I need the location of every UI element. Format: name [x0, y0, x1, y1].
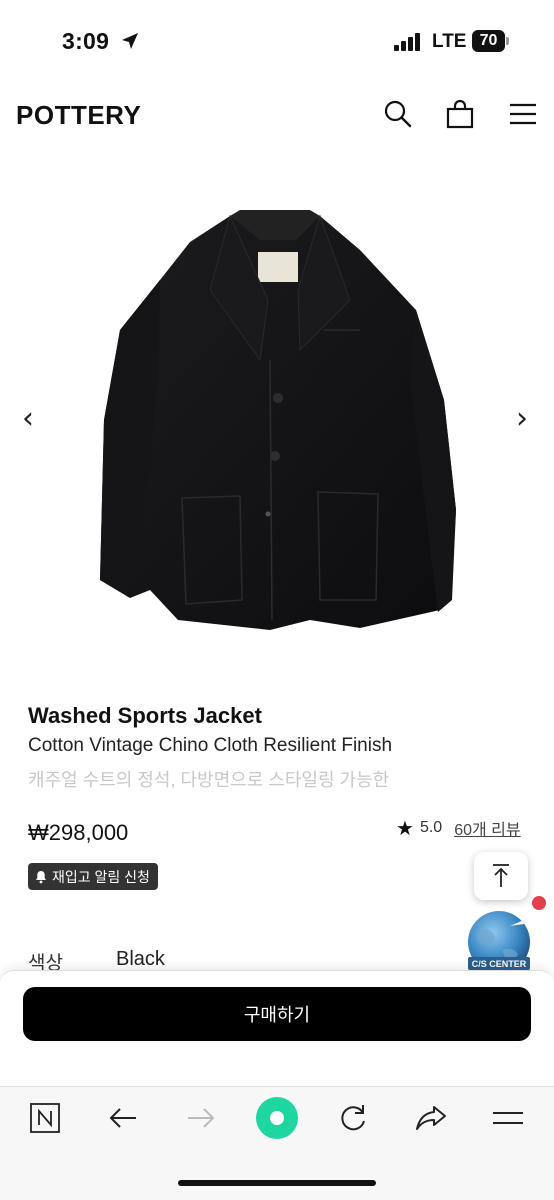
shopping-bag-icon[interactable]: [444, 98, 476, 130]
site-header: POTTERY: [0, 90, 554, 140]
toolbar-menu-icon[interactable]: [491, 1101, 525, 1135]
cs-center-globe-icon[interactable]: C/S CENTER: [462, 910, 540, 976]
arrow-up-icon: [493, 864, 509, 887]
location-arrow-icon: [122, 33, 138, 49]
reviews-link[interactable]: 60개 리뷰: [454, 816, 520, 840]
restock-alert-label: 재입고 알림 신청: [52, 868, 150, 885]
reload-icon[interactable]: [336, 1101, 370, 1135]
purchase-sheet: 구매하기: [0, 970, 554, 1086]
brand-logo[interactable]: POTTERY: [16, 100, 141, 131]
product-subtitle: Cotton Vintage Chino Cloth Resilient Fin…: [28, 735, 393, 756]
signal-icon: [394, 33, 422, 51]
network-type: LTE: [432, 31, 467, 52]
product-image[interactable]: [60, 180, 494, 650]
carousel-next-arrow[interactable]: ›: [516, 404, 528, 434]
status-time: 3:09: [62, 28, 110, 54]
naver-n-icon[interactable]: [28, 1101, 62, 1135]
color-option-value[interactable]: Black: [116, 948, 165, 971]
search-icon[interactable]: [382, 98, 414, 130]
rating-value: 5.0: [419, 819, 443, 836]
bell-icon: [36, 870, 46, 883]
share-icon[interactable]: [414, 1101, 448, 1135]
scroll-to-top-button[interactable]: [474, 852, 528, 900]
cs-center-label: C/S CENTER: [472, 959, 527, 969]
carousel-prev-arrow[interactable]: ‹: [22, 404, 34, 434]
product-name: Washed Sports Jacket: [28, 703, 262, 728]
rating-summary: ★ 5.0 60개 리뷰: [396, 816, 521, 840]
battery-icon: 70: [472, 30, 510, 52]
notification-dot: [532, 896, 546, 910]
back-arrow-icon[interactable]: [106, 1101, 140, 1135]
buy-button[interactable]: 구매하기: [23, 987, 531, 1041]
menu-icon[interactable]: [507, 98, 539, 130]
star-icon: ★: [396, 816, 414, 840]
home-indicator: [178, 1180, 376, 1186]
green-dot-icon[interactable]: [255, 1096, 299, 1140]
status-bar: 3:09 LTE 70: [0, 0, 554, 80]
restock-alert-button[interactable]: 재입고 알림 신청: [28, 863, 158, 890]
product-price: ₩298,000: [28, 820, 129, 845]
forward-arrow-icon: [188, 1108, 215, 1128]
product-description: 캐주얼 수트의 정석, 다방면으로 스타일링 가능한: [28, 770, 390, 790]
battery-level: 70: [472, 30, 505, 52]
